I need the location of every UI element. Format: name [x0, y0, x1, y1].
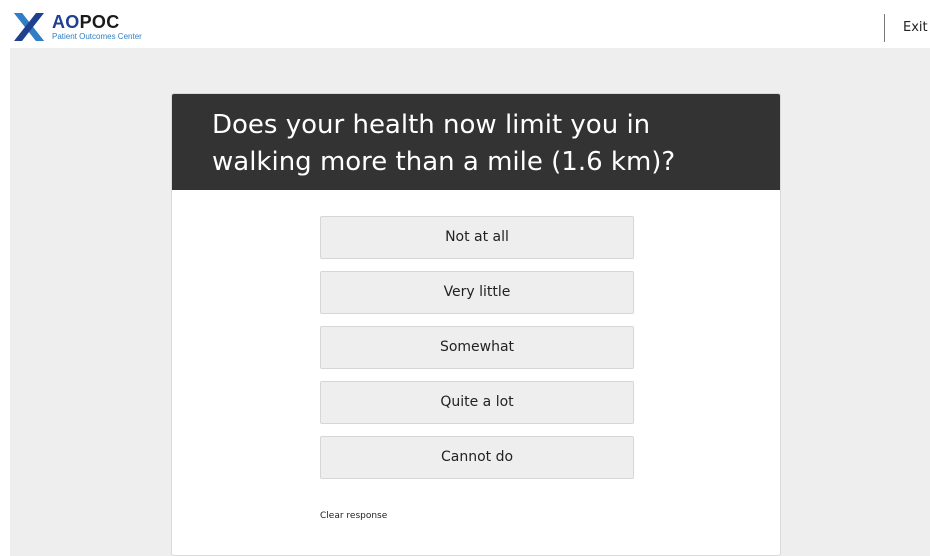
option-not-at-all-button[interactable]: Not at all: [320, 216, 634, 259]
brand-logo[interactable]: AOPOC Patient Outcomes Center: [12, 11, 142, 43]
option-cannot-do-button[interactable]: Cannot do: [320, 436, 634, 479]
brand-title-ao: AO: [52, 12, 80, 32]
app-header: AOPOC Patient Outcomes Center Exit: [0, 0, 930, 48]
brand-text: AOPOC Patient Outcomes Center: [52, 13, 142, 41]
brand-title: AOPOC: [52, 13, 142, 31]
question-header: Does your health now limit you in walkin…: [172, 94, 780, 190]
header-divider: [884, 14, 885, 42]
question-text: Does your health now limit you in walkin…: [212, 110, 676, 177]
brand-title-poc: POC: [79, 12, 120, 32]
option-very-little-button[interactable]: Very little: [320, 271, 634, 314]
exit-link[interactable]: Exit: [903, 20, 928, 35]
answer-options: Not at all Very little Somewhat Quite a …: [320, 216, 634, 491]
brand-subtitle: Patient Outcomes Center: [52, 32, 142, 41]
question-card: Does your health now limit you in walkin…: [171, 93, 781, 556]
clear-response-link[interactable]: Clear response: [320, 511, 387, 521]
option-somewhat-button[interactable]: Somewhat: [320, 326, 634, 369]
option-quite-a-lot-button[interactable]: Quite a lot: [320, 381, 634, 424]
x-cross-logo-icon: [14, 13, 44, 41]
